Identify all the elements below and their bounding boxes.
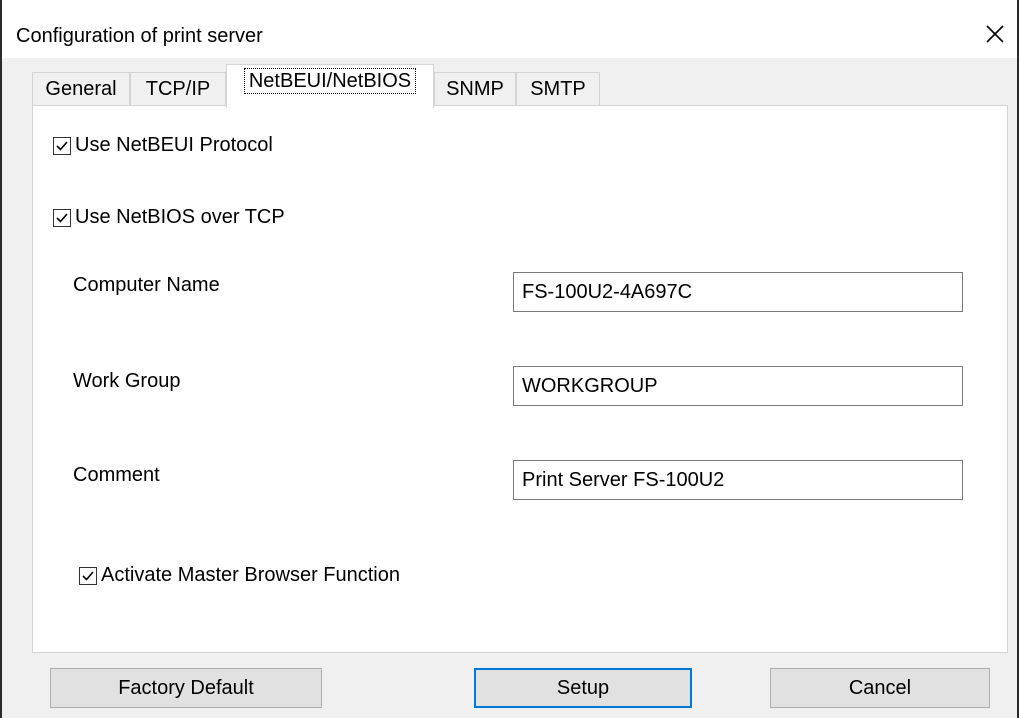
cancel-button[interactable]: Cancel <box>770 668 990 708</box>
tab-label: SNMP <box>446 78 504 100</box>
tab-snmp[interactable]: SNMP <box>434 72 516 106</box>
computer-name-field[interactable] <box>513 272 963 312</box>
checkbox-label: Activate Master Browser Function <box>101 564 400 586</box>
checkbox-box[interactable] <box>79 566 97 585</box>
use-netbios-over-tcp-checkbox[interactable]: Use NetBIOS over TCP <box>53 206 285 229</box>
comment-field[interactable] <box>513 460 963 500</box>
tab-tcpip[interactable]: TCP/IP <box>130 72 226 106</box>
checkbox-box[interactable] <box>53 208 71 227</box>
window-title: Configuration of print server <box>16 25 263 47</box>
comment-label: Comment <box>73 464 160 486</box>
factory-default-button[interactable]: Factory Default <box>50 668 322 708</box>
tab-label: General <box>45 78 117 100</box>
tab-panel-netbeui-netbios: Use NetBEUI Protocol Use NetBIOS over TC… <box>32 105 1008 653</box>
computer-name-label: Computer Name <box>73 274 220 296</box>
tab-general[interactable]: General <box>32 72 130 106</box>
tab-label: TCP/IP <box>145 78 211 100</box>
checkmark-icon <box>82 570 94 581</box>
use-netbeui-checkbox[interactable]: Use NetBEUI Protocol <box>53 134 273 157</box>
tab-netbeui-netbios[interactable]: NetBEUI/NetBIOS <box>226 64 434 108</box>
checkmark-icon <box>56 140 68 151</box>
title-bar[interactable]: Configuration of print server <box>2 0 1017 58</box>
checkmark-icon <box>56 212 68 223</box>
work-group-label: Work Group <box>73 370 181 392</box>
setup-button[interactable]: Setup <box>474 668 692 708</box>
checkbox-label: Use NetBIOS over TCP <box>75 206 285 228</box>
checkbox-box[interactable] <box>53 136 71 155</box>
work-group-field[interactable] <box>513 366 963 406</box>
tab-label: SMTP <box>530 78 586 100</box>
close-icon[interactable] <box>981 20 1009 48</box>
tab-label: NetBEUI/NetBIOS <box>243 68 417 94</box>
dialog-window: Configuration of print server General TC… <box>0 0 1019 718</box>
activate-master-browser-checkbox[interactable]: Activate Master Browser Function <box>79 564 400 587</box>
tab-smtp[interactable]: SMTP <box>516 72 600 106</box>
checkbox-label: Use NetBEUI Protocol <box>75 134 273 156</box>
